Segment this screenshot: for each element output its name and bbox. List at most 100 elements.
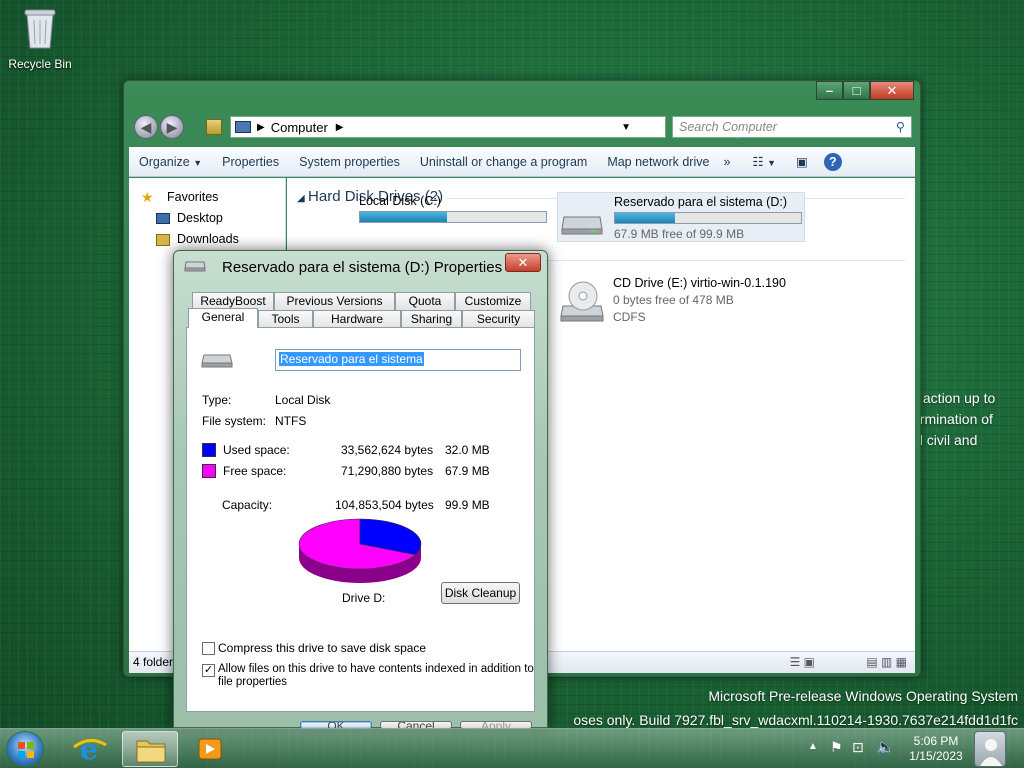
search-input[interactable]: Search Computer ⚲ [672,116,912,138]
user-account-button[interactable] [974,731,1006,767]
cd-drive-item[interactable]: CD Drive (E:) virtio-win-0.1.190 0 bytes… [557,276,817,328]
windows-logo-icon [18,742,34,758]
preview-pane-icon[interactable]: ▣ [786,154,818,169]
dialog-drive-icon [184,261,206,272]
folder-icon [136,740,166,763]
folder-up-icon[interactable] [206,119,222,135]
tab-security[interactable]: Security [462,310,535,328]
drive-d-item[interactable]: Reservado para el sistema (D:) 67.9 MB f… [557,192,805,242]
media-player-icon [198,738,222,760]
clock[interactable]: 5:06 PM 1/15/2023 [900,734,972,764]
recycle-bin-label: Recycle Bin [8,57,72,71]
used-space-mb: 32.0 MB [445,443,490,457]
volume-drive-icon [201,354,233,368]
drive-name: Local Disk (C:) [359,194,441,208]
recycle-bin-icon[interactable]: Recycle Bin [8,6,72,71]
disk-cleanup-button[interactable]: Disk Cleanup [441,582,520,604]
breadcrumb-arrow-icon: ▶ [335,121,344,133]
tab-previous-versions[interactable]: Previous Versions [274,292,395,310]
tab-tools[interactable]: Tools [258,310,313,328]
tab-general[interactable]: General [188,308,258,328]
drive-d-usage-fill [615,213,675,223]
drive-caption: Drive D: [342,591,386,605]
uninstall-program-button[interactable]: Uninstall or change a program [410,155,597,169]
nav-item-desktop[interactable]: Desktop [177,211,223,225]
cd-drive-icon [560,281,604,322]
background-text-line: al civil and [912,432,978,448]
close-button[interactable]: ✕ [870,81,914,100]
compress-checkbox[interactable] [202,642,215,655]
nav-item-downloads[interactable]: Downloads [177,232,239,246]
forward-arrow-icon: ▶ [166,119,178,135]
layout-buttons-icon[interactable]: ▤ ▥ ▦ [866,655,907,669]
filesystem-value: NTFS [275,414,307,428]
tab-hardware[interactable]: Hardware [313,310,401,328]
maximize-button[interactable]: □ [843,81,870,100]
network-icon[interactable]: ⊡ [852,739,864,756]
map-network-drive-button[interactable]: Map network drive [597,155,719,169]
caption-buttons: – □ ✕ [816,81,914,100]
minimize-button[interactable]: – [816,81,843,100]
free-space-label: Free space: [223,464,287,478]
help-icon[interactable]: ? [823,152,842,171]
internet-explorer-taskbar-button[interactable]: e [62,731,118,767]
action-center-flag-icon[interactable]: ⚑ [830,739,843,756]
desktop-icon [156,213,170,224]
start-button[interactable] [6,731,44,767]
used-space-bytes: 33,562,624 bytes [341,443,434,457]
taskbar: e ▲ ⚑ ⊡ 🔈 5:06 PM 1/15/2023 [0,728,1024,768]
show-hidden-icons-icon[interactable]: ▲ [808,741,818,752]
downloads-folder-icon [156,234,170,246]
address-dropdown-icon[interactable]: ▼ [621,122,631,133]
drive-name: Reservado para el sistema (D:) [614,195,787,209]
disk-usage-pie [298,518,422,583]
drive-c-usage-bar [359,211,547,223]
background-text-line: y action up to [912,390,996,406]
capacity-label: Capacity: [222,498,273,512]
explorer-taskbar-button[interactable] [122,731,178,767]
nav-item-favorites[interactable]: Favorites [167,190,218,204]
organize-button[interactable]: Organize ▼ [129,155,212,169]
index-label-line2: file properties [218,676,288,688]
internet-explorer-icon: e [73,733,107,766]
filesystem-label: File system: [202,414,267,428]
search-icon[interactable]: ⚲ [896,119,905,134]
tab-customize[interactable]: Customize [455,292,531,310]
system-properties-button[interactable]: System properties [289,155,410,169]
details-view-icon[interactable]: ☰ ▣ [790,655,815,669]
back-button[interactable]: ◀ [134,115,158,139]
drive-c-item[interactable]: Local Disk (C:) [359,194,547,226]
cd-drive-filesystem: CDFS [613,310,646,324]
dialog-close-button[interactable]: ✕ [505,253,541,272]
type-label: Type: [202,393,232,407]
free-space-mb: 67.9 MB [445,464,490,478]
volume-label-input[interactable]: Reservado para el sistema [275,349,521,371]
computer-icon [235,121,251,133]
forward-button[interactable]: ▶ [160,115,184,139]
navigation-row: ◀ ▶ ▶ Computer ▶ ▼ ⟳ Search Computer ⚲ [132,115,914,141]
properties-dialog[interactable]: Reservado para el sistema (D:) Propertie… [173,250,548,729]
used-space-label: Used space: [223,443,290,457]
background-text-line: ermination of [912,411,993,427]
properties-button[interactable]: Properties [212,155,289,169]
breadcrumb-computer[interactable]: Computer [271,120,328,135]
organize-label: Organize [139,154,190,169]
svg-text:e: e [80,733,98,766]
tab-sharing[interactable]: Sharing [401,310,462,328]
drive-d-usage-bar [614,212,802,224]
compress-label: Compress this drive to save disk space [218,641,427,655]
separator [201,435,519,436]
drive-free-space: 67.9 MB free of 99.9 MB [614,227,745,241]
address-bar[interactable]: ▶ Computer ▶ ▼ ⟳ [230,116,756,139]
view-options-icon[interactable]: ☷ ▼ [742,154,786,169]
collapse-triangle-icon: ◢ [297,193,305,204]
separator [201,488,519,489]
more-commands-button[interactable]: » [719,155,734,169]
media-player-taskbar-button[interactable] [182,731,238,767]
breadcrumb-arrow-icon: ▶ [257,121,265,133]
watermark-line: Microsoft Pre-release Windows Operating … [708,688,1018,704]
index-checkbox[interactable]: ✓ [202,664,215,677]
volume-icon[interactable]: 🔈 [876,738,895,756]
clock-date: 1/15/2023 [909,749,963,763]
tab-quota[interactable]: Quota [395,292,455,310]
